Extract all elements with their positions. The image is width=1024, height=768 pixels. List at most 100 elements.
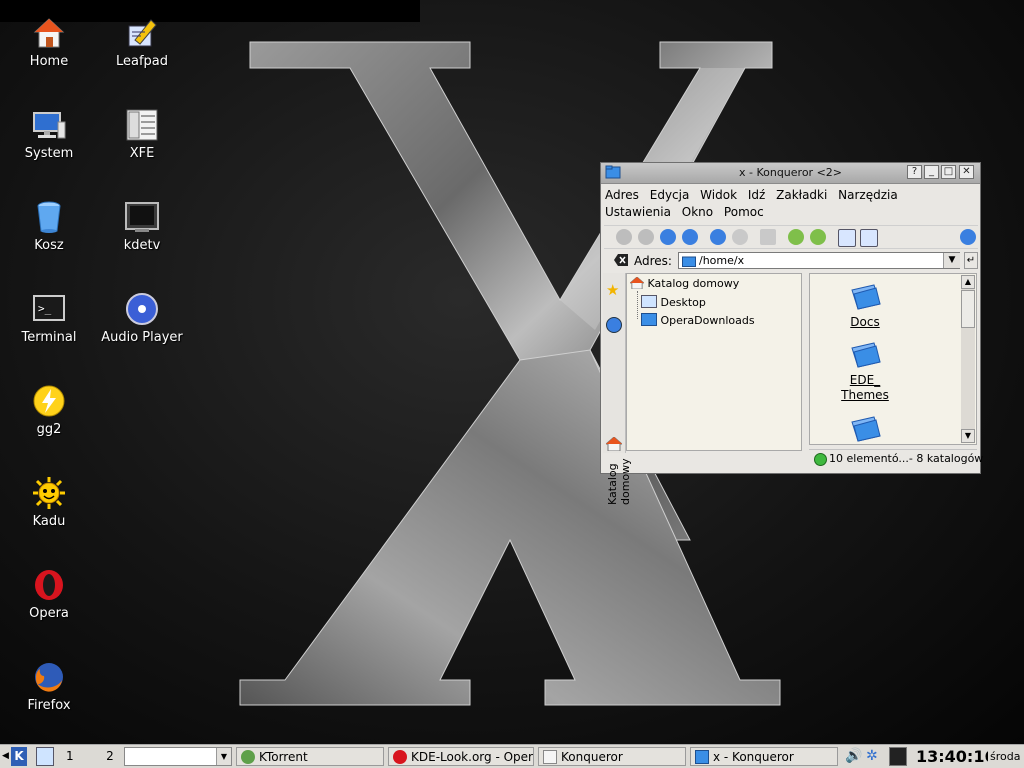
- address-label: Adres:: [634, 254, 672, 268]
- file-item-ede-themes[interactable]: EDE_ Themes: [810, 340, 920, 403]
- home-icon[interactable]: [606, 437, 622, 451]
- zoom-in-icon[interactable]: [788, 229, 804, 245]
- firefox-icon: [35, 663, 63, 692]
- address-input[interactable]: /home/x: [678, 252, 960, 269]
- task-ktorrent[interactable]: KTorrent: [236, 747, 384, 766]
- tree-item-label: OperaDownloads: [660, 314, 755, 327]
- desktop-icon-kadu[interactable]: Kadu: [3, 476, 95, 529]
- scroll-up-arrow[interactable]: ▲: [961, 275, 975, 289]
- scroll-down-arrow[interactable]: ▼: [961, 429, 975, 443]
- menu-narzedzia[interactable]: Narzędzia: [838, 187, 898, 204]
- zoom-out-icon[interactable]: [810, 229, 826, 245]
- task-konqueror[interactable]: Konqueror: [538, 747, 686, 766]
- desktop-icon-audio-player[interactable]: Audio Player: [96, 292, 188, 345]
- desktop-icon-system[interactable]: System: [3, 108, 95, 161]
- menu-pomoc[interactable]: Pomoc: [724, 204, 764, 221]
- taskbar: ◀ K 1 2 ▼ KTorrent KDE-Look.org - Opera …: [0, 744, 1024, 768]
- run-command-combo[interactable]: ▼: [124, 747, 232, 766]
- home-nav-icon[interactable]: [682, 229, 698, 245]
- desktop-icon-leafpad[interactable]: Leafpad: [96, 16, 188, 69]
- go-button[interactable]: ↵: [964, 252, 978, 269]
- clock[interactable]: 13:40:16: [916, 747, 988, 766]
- pager-label: 1: [66, 749, 74, 763]
- gear-icon[interactable]: [960, 229, 976, 245]
- opera-icon: [35, 570, 63, 600]
- chevron-down-icon[interactable]: ▼: [216, 748, 231, 765]
- desktop-icon-opera[interactable]: Opera: [3, 568, 95, 621]
- document-icon: [543, 750, 557, 764]
- maximize-button[interactable]: □: [941, 165, 956, 179]
- menu-zakladki[interactable]: Zakładki: [776, 187, 827, 204]
- leafpad-icon: [128, 19, 157, 47]
- desktop-icon-firefox[interactable]: Firefox: [3, 660, 95, 713]
- history-icon[interactable]: [606, 317, 622, 333]
- split-view-icon[interactable]: [860, 229, 878, 247]
- file-view: Docs EDE_ Themes ▲ ▼: [809, 273, 977, 445]
- bookmarks-star-icon[interactable]: ★: [606, 281, 619, 299]
- task-x-konqueror[interactable]: x - Konqueror: [690, 747, 838, 766]
- ktorrent-icon: [241, 750, 255, 764]
- sidebar-tab-katalog-domowy[interactable]: Katalog domowy: [606, 415, 632, 505]
- desktop-icon-kdetv[interactable]: kdetv: [96, 200, 188, 253]
- address-bar: Adres: /home/x ▼ ↵: [604, 251, 978, 271]
- kde-menu-icon[interactable]: K: [11, 747, 27, 766]
- task-opera[interactable]: KDE-Look.org - Opera 8.5: [388, 747, 534, 766]
- menu-widok[interactable]: Widok: [700, 187, 737, 204]
- folder-icon: [851, 342, 881, 368]
- desktop-icon-home[interactable]: Home: [3, 16, 95, 69]
- address-dropdown[interactable]: ▼: [943, 253, 960, 268]
- menu-bar: Adres Edycja Widok Idź Zakładki Narzędzi…: [601, 184, 980, 221]
- menu-idz[interactable]: Idź: [748, 187, 765, 204]
- vertical-scrollbar[interactable]: ▲ ▼: [961, 275, 975, 443]
- folder-icon: [695, 750, 709, 764]
- reload-icon[interactable]: [710, 229, 726, 245]
- forward-icon[interactable]: [638, 229, 654, 245]
- desktop-icon-terminal[interactable]: >_ Terminal: [3, 292, 95, 345]
- terminal-icon: >_: [33, 295, 65, 321]
- window-titlebar[interactable]: x - Konqueror <2> ? _ □ ✕: [601, 163, 980, 184]
- file-item-folder[interactable]: [810, 414, 920, 447]
- desktop-icon-xfe[interactable]: XFE: [96, 108, 188, 161]
- desktop-icon-label: Audio Player: [101, 330, 183, 345]
- show-desktop-icon[interactable]: [36, 747, 54, 766]
- desktop-pager-1[interactable]: 1: [66, 747, 94, 766]
- konqueror-window[interactable]: x - Konqueror <2> ? _ □ ✕ Adres Edycja W…: [600, 162, 983, 505]
- folder-icon: [641, 313, 657, 326]
- tree-item-operadownloads[interactable]: OperaDownloads: [641, 313, 755, 327]
- status-bar: 10 elementó...- 8 katalogów: [809, 449, 983, 468]
- tree-branch-line: [637, 291, 639, 319]
- scroll-thumb[interactable]: [961, 290, 975, 328]
- desktop-icon-label: kdetv: [123, 238, 161, 253]
- volume-icon[interactable]: 🔊: [845, 747, 863, 766]
- home-icon: [33, 18, 65, 48]
- folder-icon: [851, 416, 881, 442]
- menu-ustawienia[interactable]: Ustawienia: [605, 204, 671, 221]
- close-button[interactable]: ✕: [959, 165, 974, 179]
- taskbar-hide-arrow[interactable]: ◀: [2, 747, 10, 766]
- computer-icon: [33, 112, 66, 139]
- up-icon[interactable]: [660, 229, 676, 245]
- icon-view-icon[interactable]: [838, 229, 856, 247]
- file-item-docs[interactable]: Docs: [810, 282, 920, 330]
- monitor-icon[interactable]: [889, 747, 907, 766]
- minimize-button[interactable]: _: [924, 165, 939, 179]
- desktop-icon-label: Leafpad: [115, 54, 169, 69]
- menu-okno[interactable]: Okno: [682, 204, 713, 221]
- clear-address-icon[interactable]: [614, 254, 628, 266]
- menu-edycja[interactable]: Edycja: [650, 187, 690, 204]
- print-icon[interactable]: [760, 229, 776, 245]
- stop-icon[interactable]: [732, 229, 748, 245]
- tree-item-root[interactable]: Katalog domowy: [629, 276, 740, 290]
- desktop-icon-gg2[interactable]: gg2: [3, 384, 95, 437]
- menu-adres[interactable]: Adres: [605, 187, 639, 204]
- desktop-folder-icon: [641, 295, 657, 308]
- help-button[interactable]: ?: [907, 165, 922, 179]
- desktop-pager-2[interactable]: 2: [98, 747, 122, 766]
- desktop-icon-label: Opera: [29, 606, 69, 621]
- tree-item-label: Katalog domowy: [647, 277, 740, 290]
- tree-item-label: Desktop: [660, 296, 706, 309]
- back-icon[interactable]: [616, 229, 632, 245]
- desktop-icon-kosz[interactable]: Kosz: [3, 200, 95, 253]
- gear-icon[interactable]: ✲: [866, 747, 884, 766]
- tree-item-desktop[interactable]: Desktop: [641, 295, 706, 309]
